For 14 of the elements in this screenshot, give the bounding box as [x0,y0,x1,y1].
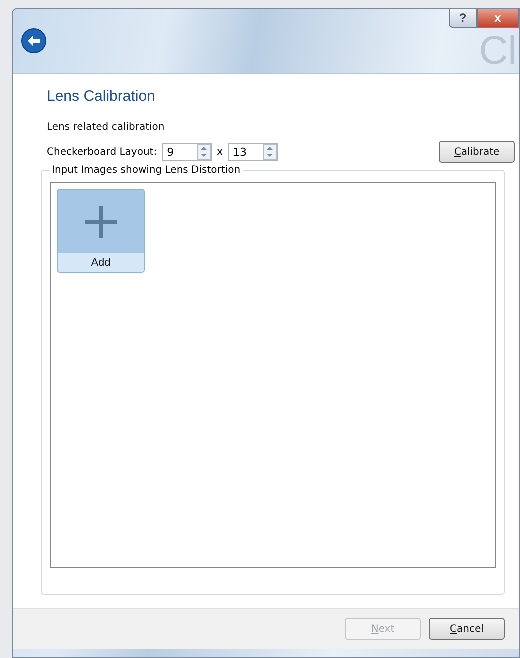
footer-button[interactable]: Cancel [429,618,505,640]
group-title: Input Images showing Lens Distortion [51,165,242,176]
add-tile[interactable]: Add [57,189,145,273]
layout-label: Checkerboard Layout: [47,146,158,158]
help-button[interactable]: ? [449,9,477,28]
page-title: Lens Calibration [47,88,156,105]
columns-spinbox[interactable]: 13 [228,143,278,161]
spin-arrows-icon[interactable] [197,144,212,160]
calibrate-button[interactable]: Calibrate [439,141,515,163]
plus-icon [83,204,119,240]
rows-spinbox[interactable]: 9 [162,143,212,161]
spin-arrows-icon[interactable] [263,144,278,160]
separator-text: x [217,146,224,158]
page-subtitle: Lens related calibration [47,122,166,133]
